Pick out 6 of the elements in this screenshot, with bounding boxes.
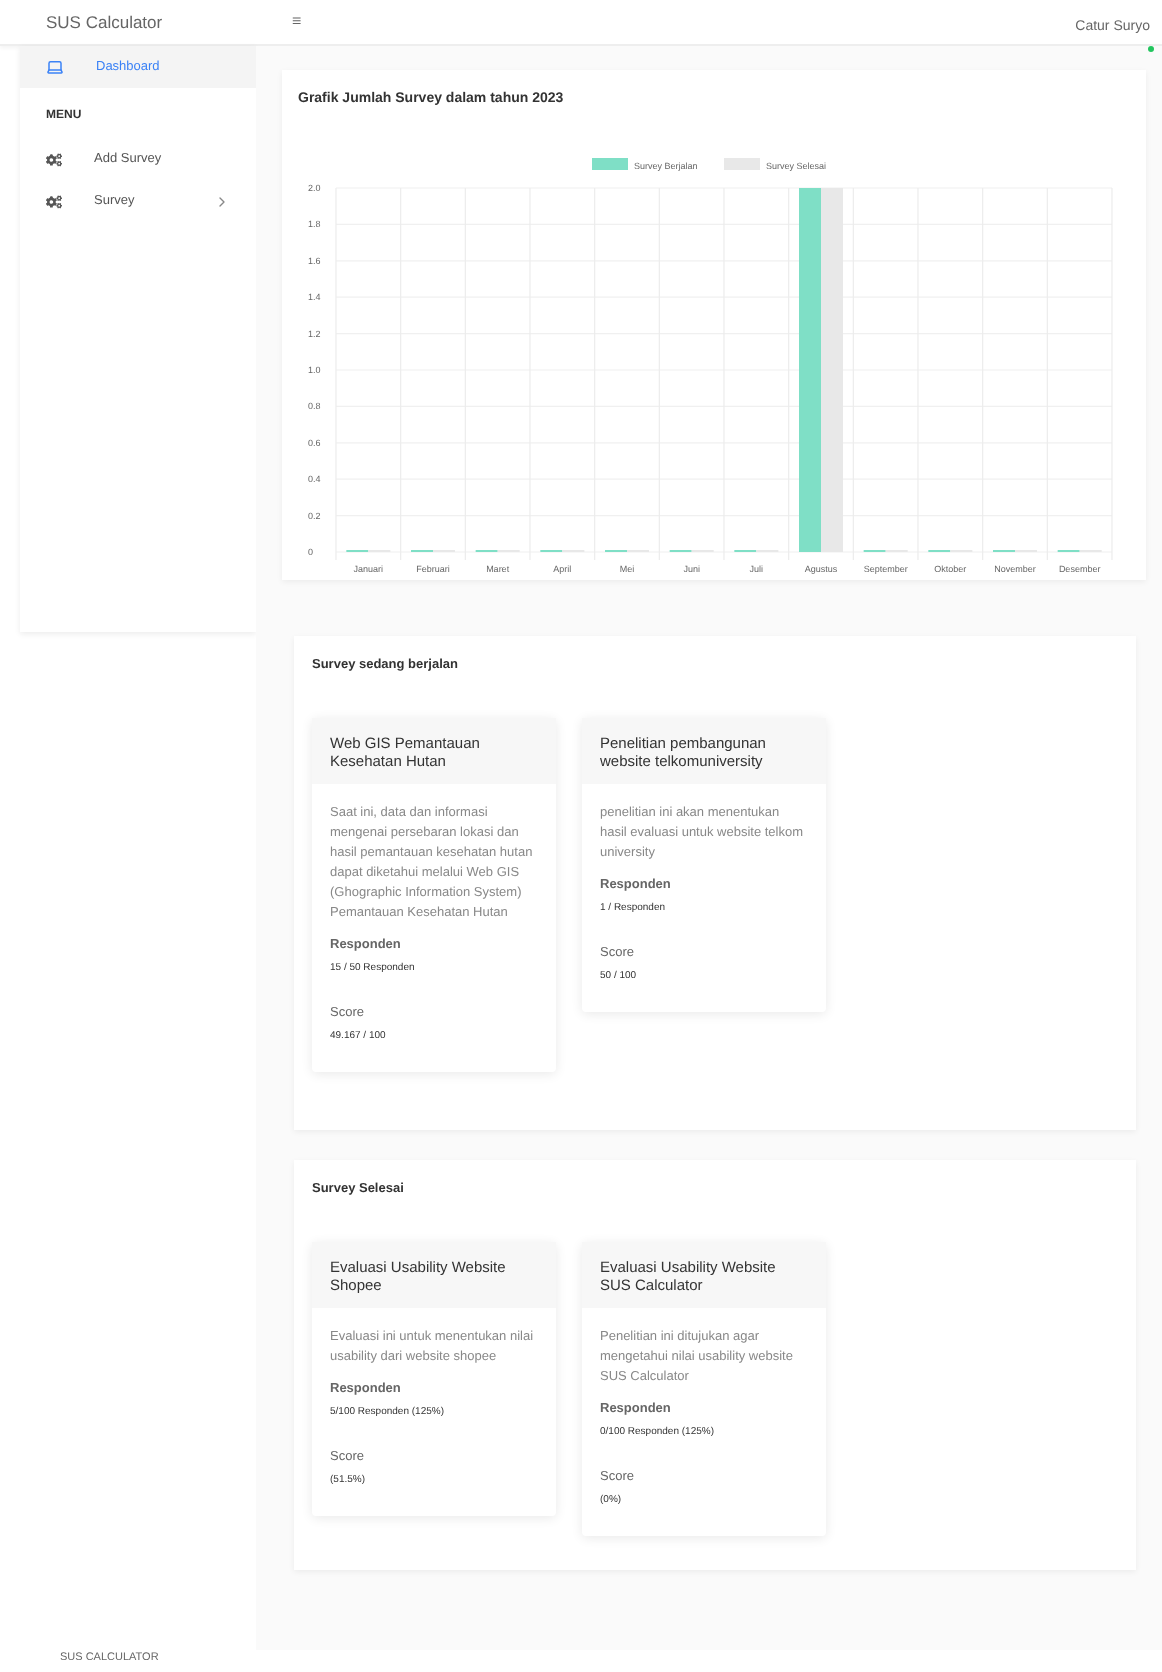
gears-icon (46, 193, 62, 209)
laptop-icon (46, 58, 64, 76)
chevron-icon (214, 193, 230, 209)
gears-icon (46, 151, 62, 167)
menu-toggle[interactable]: ≡ (292, 10, 302, 34)
brand-name: SUS Calculator (46, 9, 165, 35)
